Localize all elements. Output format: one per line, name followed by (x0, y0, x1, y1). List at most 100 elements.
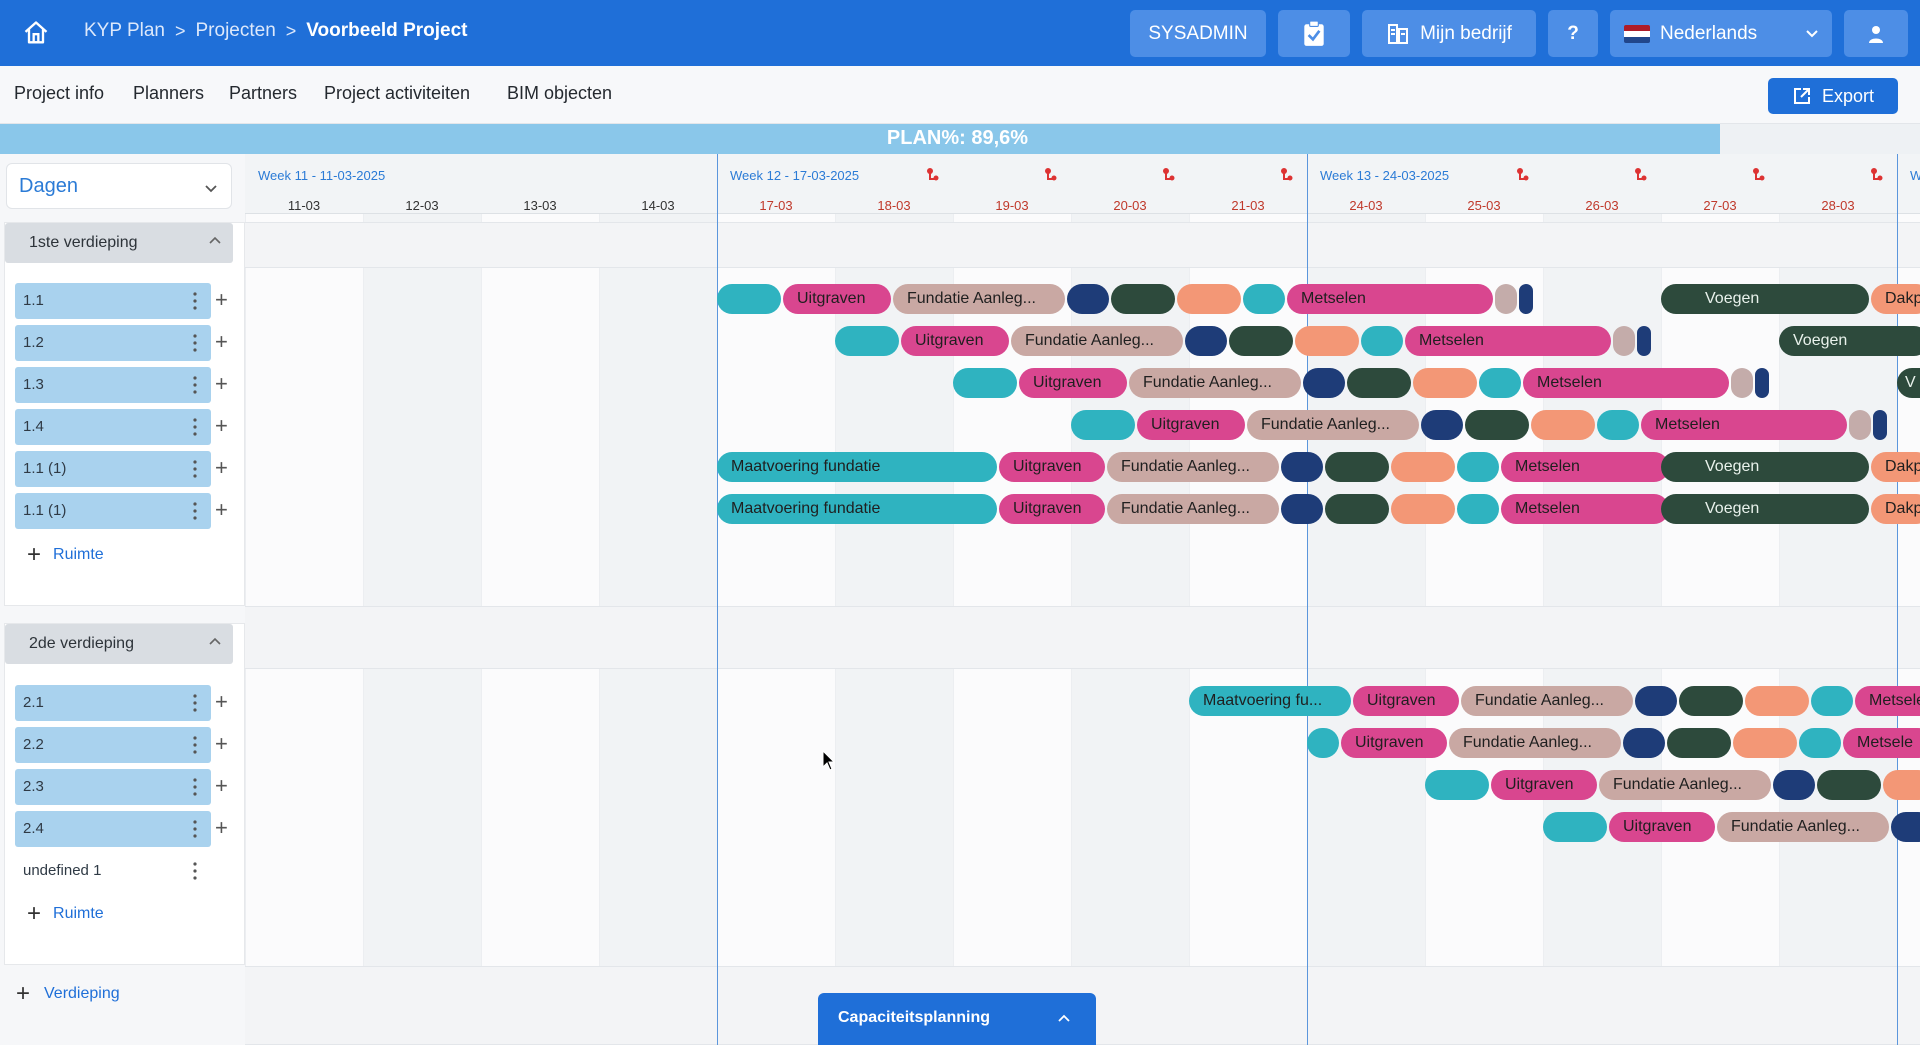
more-vertical-icon[interactable] (193, 333, 197, 353)
task-bar[interactable]: Uitgraven (901, 326, 1009, 356)
view-mode-select[interactable]: Dagen (6, 163, 232, 209)
task-bar[interactable] (1413, 368, 1477, 398)
more-vertical-icon[interactable] (193, 501, 197, 521)
task-bar[interactable]: Uitgraven (783, 284, 891, 314)
more-vertical-icon[interactable] (193, 777, 197, 797)
room-row[interactable]: 1.1 (1) + (15, 451, 228, 487)
task-bar[interactable]: Uitgraven (999, 494, 1105, 524)
room-pill[interactable]: 1.1 (15, 283, 211, 319)
task-bar[interactable] (1281, 494, 1323, 524)
task-bar[interactable]: Metselen (1287, 284, 1493, 314)
task-bar[interactable] (1613, 326, 1635, 356)
task-bar[interactable]: Maatvoering fundatie (717, 452, 997, 482)
floor-header-2de-verdieping[interactable]: 2de verdieping (5, 624, 233, 664)
breadcrumb-projecten[interactable]: Projecten (196, 20, 276, 42)
task-bar[interactable] (1519, 284, 1533, 314)
task-bar[interactable]: Dakp (1871, 494, 1920, 524)
task-bar[interactable] (953, 368, 1017, 398)
task-bar[interactable]: Fundatie Aanleg... (1599, 770, 1771, 800)
task-bar[interactable] (1531, 410, 1595, 440)
task-bar[interactable]: V (1897, 368, 1920, 398)
task-bar[interactable]: Fundatie Aanleg... (1129, 368, 1301, 398)
task-bar[interactable]: Uitgraven (1019, 368, 1127, 398)
task-bar[interactable] (1421, 410, 1463, 440)
task-bar[interactable] (1667, 728, 1731, 758)
add-task-plus-icon[interactable]: + (215, 775, 228, 797)
task-bar[interactable] (1185, 326, 1227, 356)
task-bar[interactable] (1479, 368, 1521, 398)
room-row[interactable]: undefined 1 (15, 853, 205, 889)
pin-marker-icon[interactable] (1278, 166, 1294, 182)
task-bar[interactable]: Metsele (1843, 728, 1920, 758)
pin-marker-icon[interactable] (1514, 166, 1530, 182)
task-bar[interactable] (1071, 410, 1135, 440)
company-button[interactable]: Mijn bedrijf (1362, 10, 1536, 57)
task-bar[interactable] (1111, 284, 1175, 314)
task-bar[interactable]: Fundatie Aanleg... (1107, 452, 1279, 482)
room-row[interactable]: 2.3 + (15, 769, 228, 805)
tab-project-activiteiten[interactable]: Project activiteiten (324, 83, 470, 104)
more-vertical-icon[interactable] (193, 459, 197, 479)
task-bar[interactable] (1817, 770, 1881, 800)
task-bar[interactable] (1425, 770, 1489, 800)
room-row[interactable]: 1.3 + (15, 367, 228, 403)
room-row[interactable]: 1.4 + (15, 409, 228, 445)
more-vertical-icon[interactable] (193, 291, 197, 311)
task-bar[interactable] (1635, 686, 1677, 716)
room-row[interactable]: 1.1 + (15, 283, 228, 319)
task-bar[interactable]: Voegen (1661, 494, 1869, 524)
task-bar[interactable]: Maatvoering fu... (1189, 686, 1351, 716)
task-bar[interactable]: Uitgraven (1137, 410, 1245, 440)
more-vertical-icon[interactable] (193, 819, 197, 839)
more-vertical-icon[interactable] (193, 861, 197, 881)
room-pill[interactable]: 2.2 (15, 727, 211, 763)
export-button[interactable]: Export (1768, 78, 1898, 114)
tab-partners[interactable]: Partners (229, 83, 297, 104)
task-bar[interactable] (1731, 368, 1753, 398)
pin-marker-icon[interactable] (1750, 166, 1766, 182)
room-pill[interactable]: 1.2 (15, 325, 211, 361)
task-bar[interactable]: Voegen (1661, 452, 1869, 482)
language-select[interactable]: Nederlands (1610, 10, 1832, 57)
task-bar[interactable] (835, 326, 899, 356)
room-pill[interactable]: 2.1 (15, 685, 211, 721)
task-bar[interactable]: Metselen (1501, 494, 1669, 524)
breadcrumb-kyp-plan[interactable]: KYP Plan (84, 20, 165, 42)
task-bar[interactable]: Metselen (1641, 410, 1847, 440)
task-bar[interactable]: Uitgraven (999, 452, 1105, 482)
add-room-button[interactable]: + Ruimte (27, 541, 104, 569)
room-pill[interactable]: 2.4 (15, 811, 211, 847)
task-bar[interactable] (1303, 368, 1345, 398)
tab-bim-objecten[interactable]: BIM objecten (507, 83, 612, 104)
room-row[interactable]: 1.1 (1) + (15, 493, 228, 529)
floor-header-1ste-verdieping[interactable]: 1ste verdieping (5, 223, 233, 263)
task-bar[interactable] (1325, 494, 1389, 524)
task-bar[interactable]: Uitgraven (1353, 686, 1459, 716)
task-bar[interactable] (1849, 410, 1871, 440)
task-bar[interactable] (1229, 326, 1293, 356)
task-bar[interactable] (1307, 728, 1339, 758)
task-bar[interactable]: Metselen (1523, 368, 1729, 398)
task-bar[interactable]: Uitgraven (1491, 770, 1597, 800)
task-bar[interactable]: Fundatie Aanleg... (1011, 326, 1183, 356)
task-bar[interactable]: Metselen (1405, 326, 1611, 356)
task-bar[interactable] (1733, 728, 1797, 758)
task-bar[interactable]: Fundatie Aanleg... (1107, 494, 1279, 524)
task-bar[interactable] (1391, 494, 1455, 524)
task-bar[interactable] (1243, 284, 1285, 314)
chevron-up-icon[interactable] (207, 233, 223, 249)
add-room-button[interactable]: + Ruimte (27, 900, 104, 928)
room-row[interactable]: 2.2 + (15, 727, 228, 763)
help-button[interactable]: ? (1548, 10, 1598, 57)
task-bar[interactable]: Fundatie Aanleg... (1247, 410, 1419, 440)
add-task-plus-icon[interactable]: + (215, 691, 228, 713)
task-bar[interactable] (1773, 770, 1815, 800)
pin-marker-icon[interactable] (1160, 166, 1176, 182)
tab-project-info[interactable]: Project info (14, 83, 104, 104)
task-bar[interactable] (1679, 686, 1743, 716)
task-bar[interactable] (1891, 812, 1920, 842)
more-vertical-icon[interactable] (193, 375, 197, 395)
sysadmin-button[interactable]: SYSADMIN (1130, 10, 1266, 57)
task-bar[interactable]: Uitgraven (1341, 728, 1447, 758)
pin-marker-icon[interactable] (1868, 166, 1884, 182)
